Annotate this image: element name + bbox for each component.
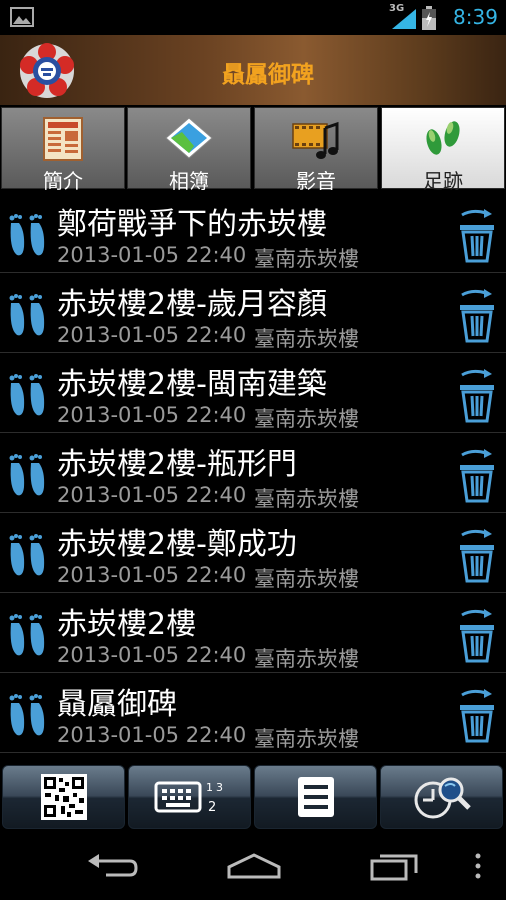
- item-title: 赤崁樓2樓-閩南建築: [57, 367, 327, 402]
- back-icon[interactable]: [86, 851, 138, 881]
- footprints-icon: [9, 454, 45, 496]
- tab-label: 簡介: [43, 169, 83, 193]
- history-search-button[interactable]: [380, 765, 503, 829]
- keypad-icon: 1 3 2: [154, 781, 223, 815]
- recent-apps-icon[interactable]: [370, 851, 420, 881]
- list-item[interactable]: 赤崁樓2樓-閩南建築 2013-01-05 22:40 臺南赤崁樓: [0, 353, 506, 433]
- delete-icon[interactable]: [452, 287, 502, 343]
- tab-introduction[interactable]: 簡介: [1, 107, 125, 193]
- footprints-icon: [9, 214, 45, 256]
- item-date: 2013-01-05 22:40: [57, 643, 247, 667]
- footprints-icon: [9, 294, 45, 336]
- footprint-list: 鄭荷戰爭下的赤崁樓 2013-01-05 22:40 臺南赤崁樓 赤崁樓2樓-歲…: [0, 193, 506, 760]
- delete-icon[interactable]: [452, 607, 502, 663]
- list-icon: [297, 777, 334, 817]
- item-place: 臺南赤崁樓: [254, 567, 359, 591]
- footprints-icon: [9, 374, 45, 416]
- action-bar: 贔屭御碑: [0, 35, 506, 105]
- item-place: 臺南赤崁樓: [254, 327, 359, 351]
- list-item[interactable]: 赤崁樓2樓-瓶形門 2013-01-05 22:40 臺南赤崁樓: [0, 433, 506, 513]
- clock-search-icon: [414, 777, 471, 819]
- system-nav-bar: [0, 833, 506, 900]
- newspaper-icon: [43, 117, 83, 161]
- clock: 8:39: [453, 5, 498, 29]
- page-title: 贔屭御碑: [222, 62, 314, 88]
- svg-text:1: 1: [206, 781, 213, 794]
- item-place: 臺南赤崁樓: [254, 407, 359, 431]
- delete-icon[interactable]: [452, 687, 502, 743]
- tab-album[interactable]: 相簿: [127, 107, 251, 193]
- delete-icon[interactable]: [452, 447, 502, 503]
- footprints-icon: [9, 534, 45, 576]
- item-date: 2013-01-05 22:40: [57, 243, 247, 267]
- photo-icon: [165, 117, 213, 159]
- item-date: 2013-01-05 22:40: [57, 483, 247, 507]
- image-notification-icon: [10, 7, 34, 27]
- status-bar: 3G 8:39: [0, 0, 506, 35]
- item-title: 贔屭御碑: [57, 687, 177, 722]
- list-item[interactable]: 鄭荷戰爭下的赤崁樓 2013-01-05 22:40 臺南赤崁樓: [0, 193, 506, 273]
- footprints-icon: [9, 694, 45, 736]
- item-title: 赤崁樓2樓-歲月容顏: [57, 287, 327, 322]
- item-date: 2013-01-05 22:40: [57, 403, 247, 427]
- battery-icon: [422, 6, 436, 30]
- tab-footprints[interactable]: 足跡: [381, 107, 505, 193]
- item-place: 臺南赤崁樓: [254, 487, 359, 511]
- signal-icon: [392, 9, 416, 29]
- item-title: 赤崁樓2樓-瓶形門: [57, 447, 297, 482]
- bottom-toolbar: 1 3 2: [0, 763, 506, 833]
- item-date: 2013-01-05 22:40: [57, 323, 247, 347]
- tab-label: 足跡: [423, 169, 463, 193]
- tab-label: 影音: [296, 169, 336, 193]
- delete-icon[interactable]: [452, 367, 502, 423]
- overflow-menu-icon[interactable]: [474, 851, 482, 881]
- list-item[interactable]: 赤崁樓2樓-鄭成功 2013-01-05 22:40 臺南赤崁樓: [0, 513, 506, 593]
- svg-text:3: 3: [216, 781, 223, 794]
- item-place: 臺南赤崁樓: [254, 647, 359, 671]
- footprints-icon: [9, 614, 45, 656]
- item-place: 臺南赤崁樓: [254, 727, 359, 751]
- delete-icon[interactable]: [452, 527, 502, 583]
- tab-bar: 簡介 相簿 影音 足跡: [0, 105, 506, 193]
- tab-media[interactable]: 影音: [254, 107, 378, 193]
- footprints-icon: [426, 121, 460, 155]
- item-title: 鄭荷戰爭下的赤崁樓: [57, 207, 327, 242]
- tab-label: 相簿: [169, 169, 209, 193]
- qr-code-icon: [40, 774, 87, 820]
- item-place: 臺南赤崁樓: [254, 247, 359, 271]
- item-date: 2013-01-05 22:40: [57, 723, 247, 747]
- list-button[interactable]: [254, 765, 377, 829]
- delete-icon[interactable]: [452, 207, 502, 263]
- item-date: 2013-01-05 22:40: [57, 563, 247, 587]
- qr-code-button[interactable]: [2, 765, 125, 829]
- item-title: 赤崁樓2樓: [57, 607, 197, 642]
- list-item[interactable]: 赤崁樓2樓-歲月容顏 2013-01-05 22:40 臺南赤崁樓: [0, 273, 506, 353]
- list-item[interactable]: 贔屭御碑 2013-01-05 22:40 臺南赤崁樓: [0, 673, 506, 753]
- svg-text:2: 2: [208, 800, 216, 815]
- keypad-button[interactable]: 1 3 2: [128, 765, 251, 829]
- item-title: 赤崁樓2樓-鄭成功: [57, 527, 297, 562]
- film-music-icon: [292, 121, 339, 159]
- list-item[interactable]: 赤崁樓2樓 2013-01-05 22:40 臺南赤崁樓: [0, 593, 506, 673]
- home-icon[interactable]: [226, 851, 282, 881]
